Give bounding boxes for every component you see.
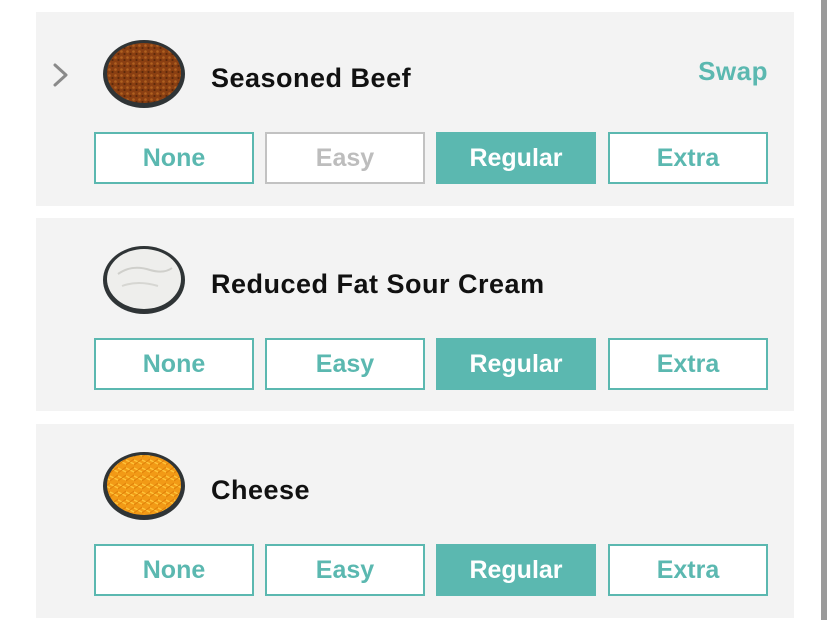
ingredient-name: Cheese	[211, 475, 311, 505]
option-easy-button[interactable]: Easy	[265, 338, 425, 390]
option-easy-button[interactable]: Easy	[265, 544, 425, 596]
scrollbar[interactable]	[821, 0, 827, 620]
option-none-button[interactable]: None	[94, 338, 254, 390]
option-extra-button[interactable]: Extra	[608, 338, 768, 390]
option-easy-button: Easy	[265, 132, 425, 184]
cheese-bowl-icon	[103, 452, 185, 520]
chevron-right-icon[interactable]	[50, 62, 72, 88]
option-none-button[interactable]: None	[94, 544, 254, 596]
swap-link[interactable]: Swap	[698, 56, 768, 87]
ingredient-card-sour-cream: Reduced Fat Sour Cream None Easy Regular…	[36, 218, 794, 411]
ingredient-card-cheese: Cheese None Easy Regular Extra	[36, 424, 794, 618]
option-none-button[interactable]: None	[94, 132, 254, 184]
sour-cream-bowl-icon	[103, 246, 185, 314]
ingredient-name: Seasoned Beef	[211, 63, 412, 93]
ingredient-name: Reduced Fat Sour Cream	[211, 269, 545, 299]
option-extra-button[interactable]: Extra	[608, 544, 768, 596]
option-extra-button[interactable]: Extra	[608, 132, 768, 184]
ingredient-card-seasoned-beef: Seasoned Beef Swap None Easy Regular Ext…	[36, 12, 794, 206]
option-regular-button[interactable]: Regular	[436, 544, 596, 596]
option-regular-button[interactable]: Regular	[436, 338, 596, 390]
option-regular-button[interactable]: Regular	[436, 132, 596, 184]
seasoned-beef-bowl-icon	[103, 40, 185, 108]
